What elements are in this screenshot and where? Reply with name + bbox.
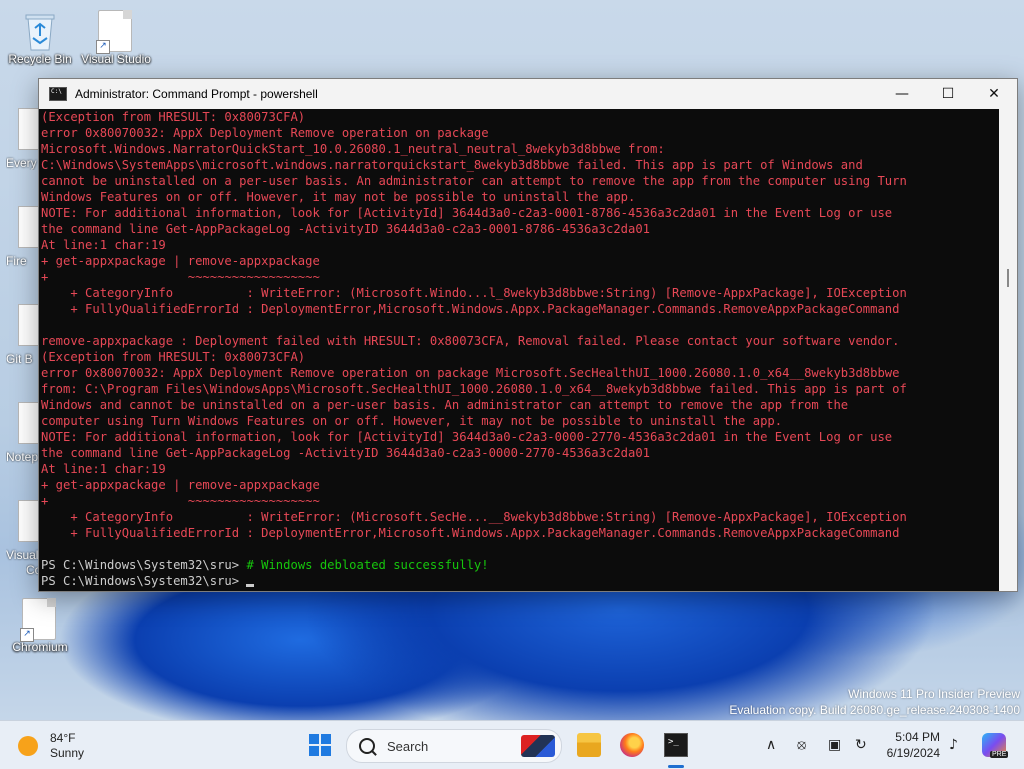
console-line: + ~~~~~~~~~~~~~~~~~~ [41,494,320,508]
system-clock[interactable]: 5:04 PM 6/19/2024 [884,729,940,761]
copilot-preview-badge: PRE [990,751,1009,758]
comment-text: # Windows debloated successfully! [246,558,489,572]
desktop-icon-label: Git B [6,352,33,366]
search-placeholder: Search [387,738,429,754]
console-line: + get-appxpackage | remove-appxpackage [41,254,320,268]
console-line: (Exception from HRESULT: 0x80073CFA) [41,110,306,124]
console-line: + FullyQualifiedErrorId : DeploymentErro… [41,302,900,316]
desktop-icon-label: Visual Studio [81,52,151,66]
notification-bell-icon[interactable]: ♪ [949,737,958,753]
desktop-icon-label: Recycle Bin [8,52,72,66]
search-icon [359,738,375,754]
watermark-line: Windows 11 Pro Insider Preview [848,687,1020,701]
weather-description: Sunny [50,746,85,760]
scroll-thumb[interactable] [1007,269,1009,287]
console-line: + FullyQualifiedErrorId : DeploymentErro… [41,526,900,540]
console-line: remove-appxpackage : Deployment failed w… [41,334,900,348]
taskbar: 84°F Sunny Search ∧ ⦻ ▣ ↻ 5:04 PM 6/19/2… [0,720,1024,769]
terminal-icon[interactable] [664,733,688,757]
prompt-text: PS C:\Windows\System32\sru> [41,574,247,588]
console-line: + ~~~~~~~~~~~~~~~~~~ [41,270,320,284]
clock-date: 6/19/2024 [886,746,940,760]
console-line: computer using Turn Windows Features on … [41,414,783,428]
title-bar[interactable]: Administrator: Command Prompt - powershe… [39,79,1017,109]
file-shortcut-icon: ↗ [96,10,134,54]
console-line: cannot be uninstalled on a per-user basi… [41,174,907,188]
maximize-button[interactable]: ☐ [925,79,971,109]
sun-icon [18,736,38,756]
desktop-icon-label: Chromium [12,640,68,654]
sync-icon[interactable]: ↻ [855,737,867,753]
console-line: + get-appxpackage | remove-appxpackage [41,478,320,492]
desktop-icon-label: Every [6,156,37,170]
console-line: (Exception from HRESULT: 0x80073CFA) [41,350,306,364]
console-line: Windows Features on or off. However, it … [41,190,636,204]
file-shortcut-icon: ↗ [20,598,58,642]
display-icon[interactable]: ▣ [828,737,841,753]
console-line: NOTE: For additional information, look f… [41,430,893,444]
close-button[interactable]: ✕ [971,79,1017,109]
desktop-icon-label: Fire [6,254,27,268]
windows-logo-icon [309,734,319,744]
console-line: + CategoryInfo : WriteError: (Microsoft.… [41,510,907,524]
vertical-scrollbar[interactable] [999,109,1017,591]
file-explorer-icon[interactable] [577,733,601,757]
console-line: the command line Get-AppPackageLog -Acti… [41,222,651,236]
console-line: At line:1 char:19 [41,238,166,252]
console-line: At line:1 char:19 [41,462,166,476]
desktop-icon-label: Visual [6,548,38,562]
weather-widget[interactable]: 84°F Sunny [18,731,84,761]
console-app-icon [49,87,67,101]
console-line: the command line Get-AppPackageLog -Acti… [41,446,651,460]
console-window[interactable]: Administrator: Command Prompt - powershe… [38,78,1018,592]
taskbar-search[interactable]: Search [346,729,562,763]
console-line: Windows and cannot be uninstalled on a p… [41,398,849,412]
prompt-text: PS C:\Windows\System32\sru> [41,558,247,572]
console-line: Microsoft.Windows.NarratorQuickStart_10.… [41,142,665,156]
console-line: from: C:\Program Files\WindowsApps\Micro… [41,382,907,396]
console-line: NOTE: For additional information, look f… [41,206,893,220]
desktop-icon-recycle-bin[interactable]: Recycle Bin [2,10,78,66]
console-line: error 0x80070032: AppX Deployment Remove… [41,366,900,380]
evaluation-watermark: Windows 11 Pro Insider Preview Evaluatio… [729,686,1020,718]
search-highlight-icon [521,735,555,757]
console-prompt-line: PS C:\Windows\System32\sru> # Windows de… [41,557,999,573]
watermark-line: Evaluation copy. Build 26080.ge_release.… [729,703,1020,717]
firefox-icon[interactable] [620,733,644,757]
console-line: + CategoryInfo : WriteError: (Microsoft.… [41,286,907,300]
console-line: C:\Windows\SystemApps\microsoft.windows.… [41,158,863,172]
console-input-line[interactable]: PS C:\Windows\System32\sru> [41,573,999,589]
desktop-icon-chromium[interactable]: ↗ Chromium [2,598,78,654]
console-output[interactable]: (Exception from HRESULT: 0x80073CFA) erro… [39,109,999,591]
clock-time: 5:04 PM [895,730,940,744]
weather-temperature: 84°F [50,731,76,745]
desktop-icon-label: Notep [6,450,38,464]
minimize-button[interactable]: — [879,79,925,109]
desktop-icon-visual-studio[interactable]: ↗ Visual Studio [78,10,154,66]
window-title: Administrator: Command Prompt - powershe… [75,87,318,101]
recycle-bin-icon [22,10,58,52]
tray-chevron-icon[interactable]: ∧ [766,737,776,753]
text-cursor [246,584,255,587]
console-line: error 0x80070032: AppX Deployment Remove… [41,126,489,140]
start-button[interactable] [309,734,331,756]
network-disconnected-icon[interactable]: ⦻ [797,737,806,753]
